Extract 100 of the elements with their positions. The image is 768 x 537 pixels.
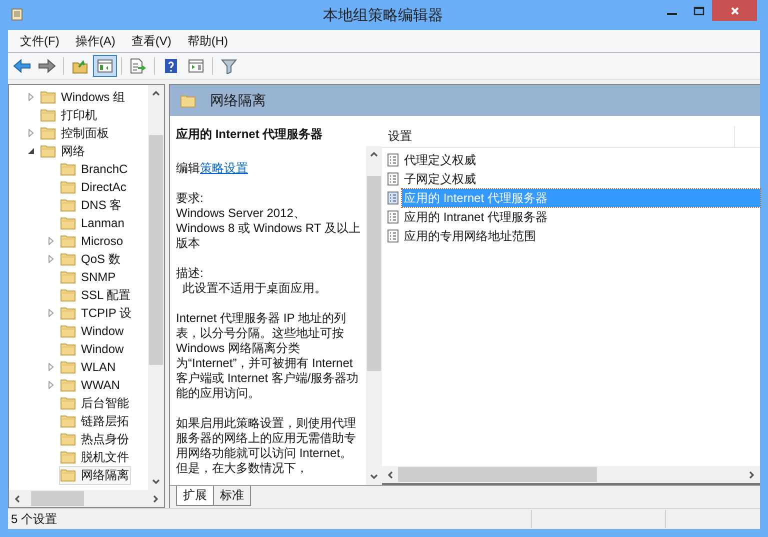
panel-icon <box>187 58 205 74</box>
policy-settings-link[interactable]: 策略设置 <box>200 161 248 175</box>
scroll-up-icon[interactable] <box>151 88 161 98</box>
tree-item[interactable]: TCPIP 设 <box>59 304 134 322</box>
tree-item[interactable]: Window <box>59 340 126 358</box>
setting-row[interactable]: 应用的专用网络地址范围 <box>402 226 760 244</box>
description-text: Internet 代理服务器 IP 地址的列表，以分号分隔。这些地址可按 Windows 网络隔离分类为“Internet”，并可被拥有 Internet 客户端或 Internet 客户端/服务器功能的应用访问。 <box>176 311 360 401</box>
export-list-icon <box>129 58 147 74</box>
folder-icon <box>60 162 76 176</box>
forward-arrow-icon <box>38 58 56 74</box>
setting-title: 应用的 Internet 代理服务器 <box>175 126 324 143</box>
description-text: Windows Server 2012、 <box>176 206 306 221</box>
menu-item[interactable]: 查看(V) <box>123 32 180 50</box>
scroll-down-icon[interactable] <box>369 472 379 482</box>
view-tab[interactable]: 扩展 <box>176 486 214 506</box>
folder-icon <box>40 144 56 158</box>
folder-icon <box>40 126 56 140</box>
description-text: Windows 8 或 Windows RT 及以上版本 <box>176 221 362 251</box>
tree-toggle-button[interactable] <box>93 55 117 77</box>
back-arrow-icon <box>13 58 31 74</box>
folder-icon <box>60 180 76 194</box>
setting-row[interactable]: 应用的 Intranet 代理服务器 <box>402 208 760 226</box>
description-text: 此设置不适用于桌面应用。 <box>182 281 328 296</box>
folder-icon <box>60 252 76 266</box>
close-icon <box>728 4 740 16</box>
panel-icon <box>96 58 114 74</box>
menu-item[interactable]: 文件(F) <box>12 32 68 50</box>
folder-icon <box>60 198 76 212</box>
scrollbar[interactable] <box>148 85 164 490</box>
tree-item[interactable]: DirectAc <box>59 178 128 196</box>
section-title: 网络隔离 <box>210 92 266 110</box>
folder-icon <box>60 414 76 428</box>
folder-icon <box>40 90 56 104</box>
scroll-down-icon[interactable] <box>151 477 161 487</box>
folder-icon <box>60 450 76 464</box>
window-title: 本地组策略编辑器 <box>323 6 443 24</box>
tree-item[interactable]: 网络隔离 <box>59 466 131 484</box>
tree-item[interactable]: 打印机 <box>39 106 99 124</box>
minimize-icon <box>666 12 676 14</box>
folder-icon <box>60 234 76 248</box>
menu-item[interactable]: 操作(A) <box>67 32 124 50</box>
tree-item[interactable]: Windows 组 <box>39 88 128 106</box>
setting-row[interactable]: 代理定义权威 <box>402 150 760 168</box>
filter-icon <box>220 58 238 74</box>
tree-item[interactable]: QoS 数 <box>59 250 122 268</box>
scroll-left-icon[interactable] <box>385 470 395 480</box>
scroll-left-icon[interactable] <box>12 494 22 504</box>
folder-icon <box>60 396 76 410</box>
folder-icon <box>60 216 76 230</box>
tree-item[interactable]: SNMP <box>59 268 118 286</box>
status-text: 5 个设置 <box>10 510 58 528</box>
folder-icon <box>40 108 56 122</box>
tree-item[interactable]: Lanman <box>59 214 126 232</box>
column-header[interactable]: 设置 <box>382 126 735 147</box>
tree-item[interactable]: 热点身份 <box>59 430 131 448</box>
folder-icon <box>60 306 76 320</box>
scroll-right-icon[interactable] <box>747 470 757 480</box>
tree-item[interactable]: DNS 客 <box>59 196 124 214</box>
folder-icon <box>60 432 76 446</box>
setting-icon <box>387 190 399 204</box>
tree-item[interactable]: BranchC <box>59 160 130 178</box>
tree-item[interactable]: WLAN <box>59 358 118 376</box>
description-text: 描述: <box>176 266 204 281</box>
folder-up-icon <box>71 58 89 74</box>
description-text: 要求: <box>176 191 204 206</box>
tree-item[interactable]: Microso <box>59 232 126 250</box>
folder-icon <box>60 468 76 482</box>
scrollbar[interactable] <box>9 490 164 507</box>
description-text: 如果启用此策略设置，则使用代理服务器的网络上的应用无需借助专用网络功能就可以访问 Internet。但是，在大多数情况下， <box>176 416 357 476</box>
setting-row[interactable]: 子网定义权威 <box>402 170 760 188</box>
tree-item[interactable]: 控制面板 <box>39 124 111 142</box>
setting-icon <box>387 172 399 186</box>
scroll-right-icon[interactable] <box>151 494 161 504</box>
folder-icon <box>60 378 76 392</box>
setting-icon <box>387 152 399 166</box>
tree-item[interactable]: Window <box>59 322 126 340</box>
folder-icon <box>60 324 76 338</box>
scrollbar[interactable] <box>366 146 382 485</box>
folder-icon <box>60 342 76 356</box>
view-tab[interactable]: 标准 <box>213 486 251 506</box>
edit-label: 编辑 <box>176 161 200 175</box>
setting-icon <box>387 228 399 242</box>
tree-item[interactable]: 网络 <box>39 142 87 160</box>
close-button[interactable] <box>712 0 757 21</box>
help-icon <box>162 58 180 74</box>
tree-item[interactable]: 链路层拓 <box>59 412 131 430</box>
folder-icon <box>60 270 76 284</box>
setting-icon <box>387 210 399 224</box>
scrollbar[interactable] <box>382 466 760 485</box>
scroll-up-icon[interactable] <box>369 149 379 159</box>
tree-item[interactable]: SSL 配置 <box>59 286 133 304</box>
app-icon <box>9 7 25 23</box>
tree-item[interactable]: 后台智能 <box>59 394 131 412</box>
maximize-icon <box>692 4 704 16</box>
tree-item[interactable]: WWAN <box>59 376 122 394</box>
expand-arrow-icon[interactable] <box>27 147 35 155</box>
tree-item[interactable]: 脱机文件 <box>59 448 131 466</box>
folder-icon <box>60 288 76 302</box>
menu-item[interactable]: 帮助(H) <box>179 32 236 50</box>
folder-icon <box>180 94 196 108</box>
